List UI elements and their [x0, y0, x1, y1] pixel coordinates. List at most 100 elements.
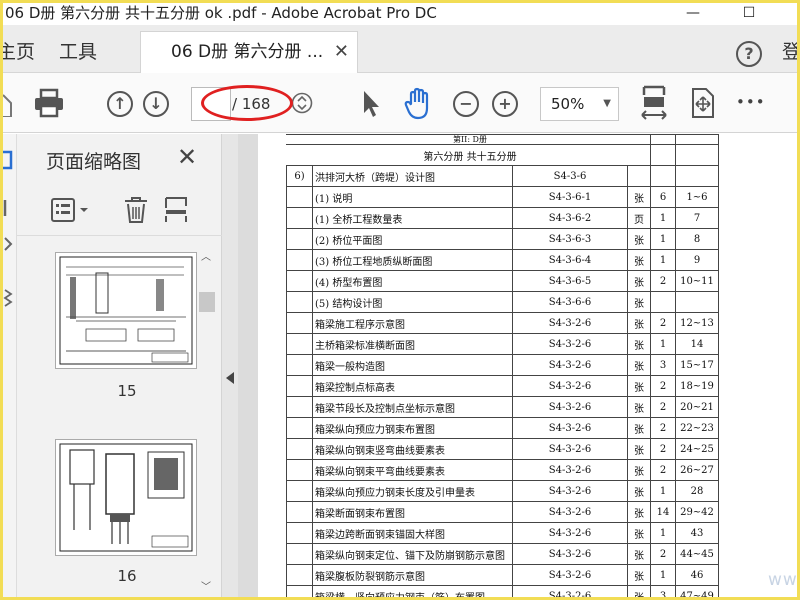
row-qty: 2: [650, 417, 676, 439]
close-panel-icon[interactable]: ✕: [177, 143, 197, 171]
row-code: S4-3-2-6: [512, 585, 628, 597]
page-nav-icon[interactable]: [291, 92, 313, 114]
row-unit: 张: [627, 438, 651, 460]
main-toolbar: ↑ ↓ / 168 − + 50% ▼ •••: [3, 73, 797, 133]
watermark: www.cnd8o.com: [768, 570, 797, 590]
row-title: (3) 桥位工程地质纵断面图: [312, 249, 513, 271]
table-row: 6) 洪排河大桥（跨堤）设计图 S4-3-6: [286, 165, 719, 187]
zoom-in-icon[interactable]: +: [492, 91, 518, 117]
scroll-down-icon[interactable]: ﹀: [201, 578, 211, 593]
zoom-dropdown[interactable]: 50% ▼: [540, 87, 619, 121]
row-spacer: [286, 522, 313, 544]
delete-page-icon[interactable]: [123, 196, 149, 224]
row-pages: 22~23: [675, 417, 719, 439]
tools-menu[interactable]: 工具: [59, 37, 97, 64]
table-row: 箱梁腹板防裂钢筋示意图 S4-3-2-6 张 1 46: [286, 564, 719, 586]
thumbnails-scrollbar[interactable]: ︿ ﹀: [197, 244, 217, 597]
page-thumbnails-icon[interactable]: [3, 150, 15, 170]
panel-collapse-strip[interactable]: [222, 134, 238, 597]
row-title: 箱梁断面钢束布置图: [312, 501, 513, 523]
table-row: 箱梁纵向预应力钢束长度及引申量表 S4-3-2-6 张 1 28: [286, 480, 719, 502]
document-viewport[interactable]: 第II: D册 第六分册 共十五分册 6) 洪排河大桥（跨堤）设计图 S4-3-…: [238, 134, 797, 597]
row-unit: 张: [627, 501, 651, 523]
prev-page-icon[interactable]: ↑: [107, 91, 133, 117]
more-icon[interactable]: •••: [736, 93, 766, 111]
row-qty: 2: [650, 312, 676, 334]
row-code: S4-3-2-6: [512, 480, 628, 502]
zoom-out-icon[interactable]: −: [453, 91, 479, 117]
row-spacer: [286, 333, 313, 355]
row-unit: 张: [627, 312, 651, 334]
scroll-up-icon[interactable]: ︿: [201, 248, 211, 263]
row-title: 箱梁控制点标高表: [312, 375, 513, 397]
row-spacer: [286, 375, 313, 397]
page-thumbnail[interactable]: [55, 252, 197, 369]
row-pages: 1~6: [675, 186, 719, 208]
menu-tab-bar: 主页 工具 06 D册 第六分册 ... ✕ ? 登: [3, 25, 797, 73]
extract-pages-icon[interactable]: [164, 196, 190, 224]
table-row: 箱梁纵向预应力钢束布置图 S4-3-2-6 张 2 22~23: [286, 417, 719, 439]
window-title: 06 D册 第六分册 共十五分册 ok .pdf - Adobe Acrobat…: [5, 4, 437, 22]
row-code: S4-3-2-6: [512, 375, 628, 397]
row-unit: 张: [627, 543, 651, 565]
collapse-arrow-icon[interactable]: [226, 372, 234, 384]
thumbnail-options-icon[interactable]: [51, 198, 91, 222]
tab-close-icon[interactable]: ✕: [334, 32, 349, 72]
help-icon[interactable]: ?: [736, 41, 762, 67]
next-page-icon[interactable]: ↓: [143, 91, 169, 117]
select-cursor-icon[interactable]: [359, 89, 383, 119]
table-row: 箱梁纵向钢束定位、锚下及防崩钢筋示意图 S4-3-2-6 张 2 44~45: [286, 543, 719, 565]
row-pages: 12~13: [675, 312, 719, 334]
row-spacer: [286, 312, 313, 334]
row-unit: 张: [627, 375, 651, 397]
fit-page-icon[interactable]: [639, 85, 669, 121]
home-menu[interactable]: 主页: [3, 37, 35, 64]
full-screen-icon[interactable]: [688, 87, 716, 119]
row-pages: 28: [675, 480, 719, 502]
row-pages: 29~42: [675, 501, 719, 523]
table-row: 主桥箱梁标准横断面图 S4-3-2-6 张 1 14: [286, 333, 719, 355]
subheader: 第六分册 共十五分册: [312, 144, 628, 166]
row-pages: 18~19: [675, 375, 719, 397]
print-icon[interactable]: [33, 87, 65, 119]
row-pages: 20~21: [675, 396, 719, 418]
hand-icon[interactable]: [402, 87, 436, 121]
row-pages: 10~11: [675, 270, 719, 292]
row-unit: 张: [627, 522, 651, 544]
save-icon[interactable]: [3, 91, 13, 117]
row-code: S4-3-6-1: [512, 186, 628, 208]
table-row: 箱梁边跨断面钢束锚固大样图 S4-3-2-6 张 1 43: [286, 522, 719, 544]
attachments-icon[interactable]: [3, 234, 15, 254]
thumbnail-page-number: 15: [117, 382, 137, 400]
row-spacer: [286, 249, 313, 271]
row-spacer: [286, 543, 313, 565]
table-row: 第六分册 共十五分册: [286, 144, 719, 166]
row-qty: 1: [650, 522, 676, 544]
layers-icon[interactable]: [3, 286, 15, 308]
table-row: (2) 桥位平面图 S4-3-6-3 张 1 8: [286, 228, 719, 250]
row-qty: [650, 291, 676, 313]
row-code: S4-3-2-6: [512, 564, 628, 586]
table-row: (5) 结构设计图 S4-3-6-6 张: [286, 291, 719, 313]
row-title: 主桥箱梁标准横断面图: [312, 333, 513, 355]
row-title: (5) 结构设计图: [312, 291, 513, 313]
table-row: 箱梁断面钢束布置图 S4-3-2-6 张 14 29~42: [286, 501, 719, 523]
row-title: (1) 说明: [312, 186, 513, 208]
sign-in-button[interactable]: 登: [782, 37, 797, 64]
table-row: 第II: D册: [286, 134, 719, 145]
maximize-button[interactable]: ☐: [731, 3, 767, 25]
row-code: S4-3-2-6: [512, 417, 628, 439]
row-title: 箱梁腹板防裂钢筋示意图: [312, 564, 513, 586]
page-thumbnail[interactable]: [55, 439, 197, 556]
table-row: (1) 说明 S4-3-6-1 张 6 1~6: [286, 186, 719, 208]
row-qty: 2: [650, 543, 676, 565]
document-tab[interactable]: 06 D册 第六分册 ... ✕: [140, 31, 358, 73]
minimize-button[interactable]: —: [675, 3, 711, 25]
row-unit: 张: [627, 585, 651, 597]
row-title: 箱梁横、竖向预应力钢束（筋）布置图: [312, 585, 513, 597]
row-title: 箱梁纵向钢束定位、锚下及防崩钢筋示意图: [312, 543, 513, 565]
row-spacer: [286, 291, 313, 313]
row-title: 箱梁节段长及控制点坐标示意图: [312, 396, 513, 418]
scrollbar-thumb[interactable]: [199, 292, 215, 312]
bookmarks-icon[interactable]: [3, 198, 15, 218]
